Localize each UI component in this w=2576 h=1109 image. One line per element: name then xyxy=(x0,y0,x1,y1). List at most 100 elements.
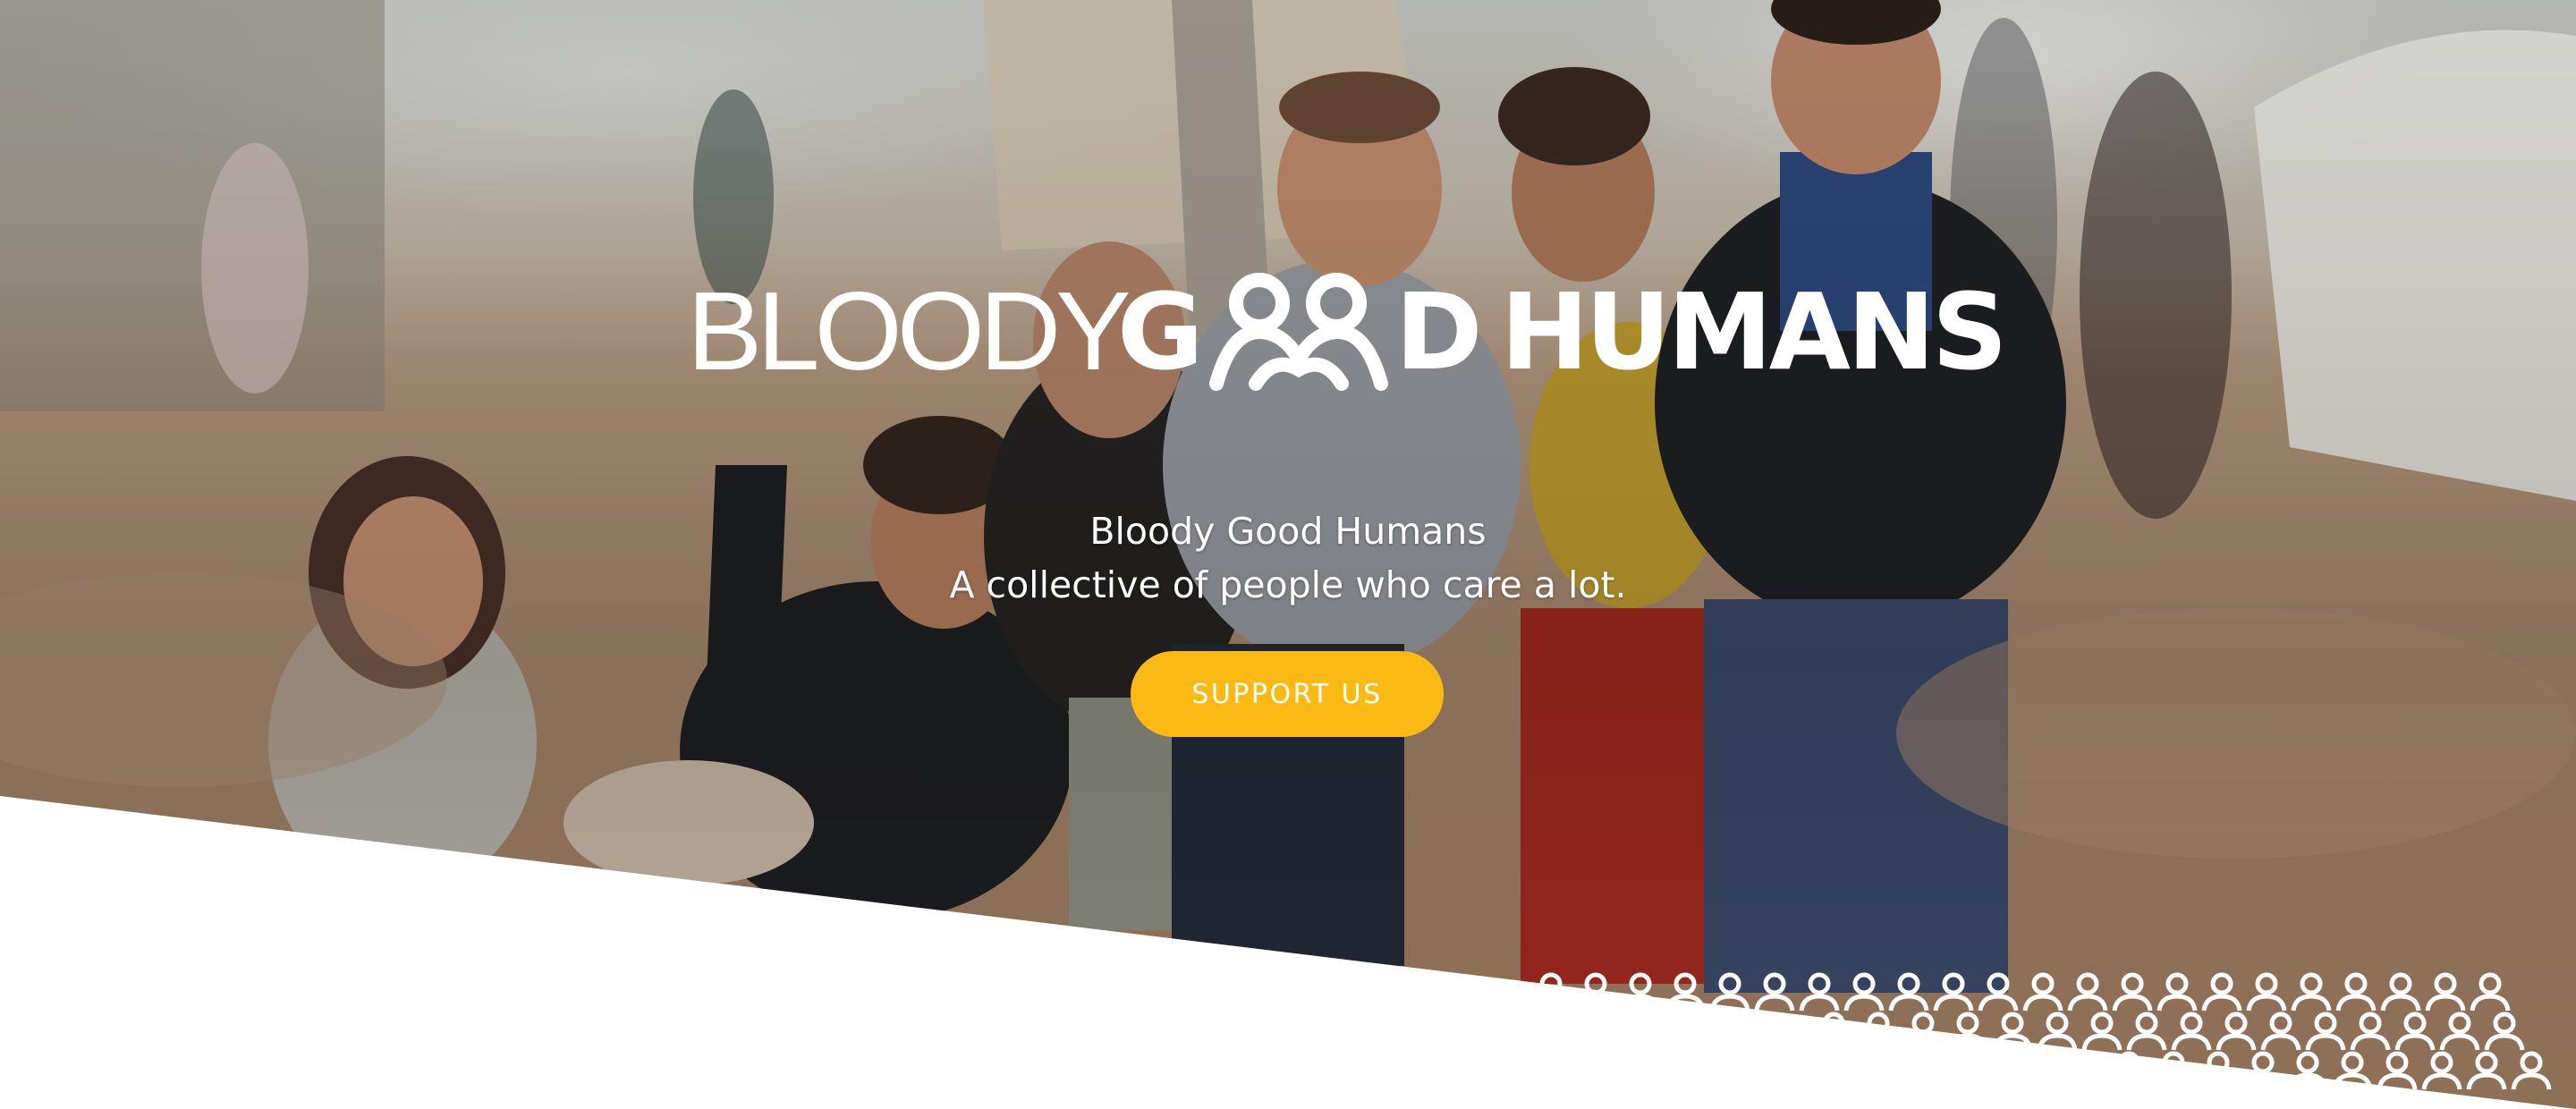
pattern-figure-head xyxy=(2403,1012,2427,1035)
logo-letter-d: D xyxy=(1394,270,1483,394)
pattern-figure-body xyxy=(1947,1033,1988,1051)
pattern-figure-head xyxy=(1897,972,1920,995)
pattern-figure-body xyxy=(2439,1033,2480,1051)
hero-title: Bloody Good Humans xyxy=(1089,510,1487,553)
pattern-figure-body xyxy=(2198,1072,2239,1090)
pattern-figure-body xyxy=(2421,1072,2462,1090)
pattern-figure-head xyxy=(2314,1012,2337,1035)
pattern-figure-head xyxy=(2493,1012,2516,1035)
pattern-figure-head xyxy=(2300,972,2323,995)
pattern-figure-head xyxy=(2180,1012,2203,1035)
pattern-figure-body xyxy=(2108,1072,2149,1090)
pattern-figure-head xyxy=(2341,1051,2364,1074)
pattern-figure-body xyxy=(2335,994,2377,1012)
pattern-figure-head xyxy=(2389,972,2412,995)
pattern-figure-head xyxy=(2269,1012,2292,1035)
pattern-figure-head xyxy=(2046,1012,2069,1035)
pattern-figure-head xyxy=(2255,972,2278,995)
logo-letter-g: G xyxy=(1116,270,1204,394)
pattern-figure-head xyxy=(1808,972,1831,995)
pattern-figure-head xyxy=(1629,972,1652,995)
pattern-figure-body xyxy=(1902,1033,1944,1051)
site-logo[interactable]: BLOODY G D HUMANS xyxy=(687,265,2008,399)
pattern-figure-head xyxy=(2385,1051,2409,1074)
pattern-figure-body xyxy=(2171,1033,2212,1051)
pattern-figure-body xyxy=(1858,1033,1899,1051)
pattern-figure-body xyxy=(2201,994,2242,1012)
pattern-figure-body xyxy=(1709,994,1750,1012)
pattern-figure-head xyxy=(2121,972,2144,995)
pattern-figure-head xyxy=(2479,972,2502,995)
pattern-figure-body xyxy=(2350,1033,2391,1051)
logo-word-bloody: BLOODY xyxy=(687,270,1131,394)
pattern-figure-head xyxy=(2135,1012,2158,1035)
pattern-figure-head xyxy=(2430,1051,2453,1074)
pattern-figure-body xyxy=(2484,1033,2525,1051)
pattern-figure-body xyxy=(2466,1072,2507,1090)
people-pattern-icon xyxy=(1538,972,2552,1090)
pattern-figure-head xyxy=(2165,972,2189,995)
pattern-figure-body xyxy=(1575,994,1616,1012)
pattern-figure-head xyxy=(2210,972,2233,995)
pattern-figure-head xyxy=(2207,1051,2230,1074)
pattern-figure-body xyxy=(2380,994,2421,1012)
pattern-figure-body xyxy=(2425,994,2466,1012)
pattern-figure-body xyxy=(2063,1072,2105,1090)
pattern-figure-body xyxy=(2377,1072,2418,1090)
pattern-figure-head xyxy=(1539,972,1563,995)
pattern-figure-body xyxy=(2019,1072,2060,1090)
pattern-figure-body xyxy=(2260,1033,2301,1051)
pattern-figure-body xyxy=(2246,994,2287,1012)
pattern-figure-body xyxy=(1538,994,1572,1012)
pattern-figure-head xyxy=(1584,972,1607,995)
pattern-figure-body xyxy=(1620,994,1661,1012)
support-us-button[interactable]: SUPPORT US xyxy=(1131,651,1444,737)
pattern-figure-head xyxy=(1987,972,2010,995)
pattern-figure-head xyxy=(2359,1012,2382,1035)
pattern-figure-head xyxy=(2520,1051,2543,1074)
pattern-figure-body xyxy=(2216,1033,2257,1051)
pattern-figure-body xyxy=(2305,1033,2346,1051)
pattern-figure-body xyxy=(1813,1033,1854,1051)
pattern-figure-head xyxy=(1674,972,1697,995)
pattern-figure-head xyxy=(2475,1051,2498,1074)
logo-word-humans: HUMANS xyxy=(1500,270,2008,394)
pattern-figure-head xyxy=(2001,1012,2024,1035)
pattern-figure-body xyxy=(1992,1033,2033,1051)
pattern-figure-head xyxy=(2076,972,2099,995)
pattern-figure-body xyxy=(2291,994,2332,1012)
pattern-figure-head xyxy=(1942,972,1965,995)
pattern-figure-body xyxy=(2511,1072,2552,1090)
pattern-figure-head xyxy=(2296,1051,2319,1074)
logo-word-good-humans: G D HUMANS xyxy=(1116,269,2008,394)
pattern-figure-head xyxy=(2434,972,2457,995)
pattern-figure-body xyxy=(1799,994,1840,1012)
pattern-figure-head xyxy=(2072,1051,2096,1074)
hero-section: BLOODY G D HUMANS Bloody Good Humans A c… xyxy=(0,0,2576,1109)
pattern-figure-head xyxy=(1852,972,1876,995)
pattern-figure-body xyxy=(1843,994,1885,1012)
pattern-figure-body xyxy=(2242,1072,2284,1090)
pattern-figure-body xyxy=(2067,994,2108,1012)
pattern-figure-body xyxy=(2332,1072,2373,1090)
pattern-figure-head xyxy=(2224,1012,2248,1035)
pattern-figure-head xyxy=(1822,1012,1845,1035)
pattern-figure-body xyxy=(1665,994,1706,1012)
pattern-figure-head xyxy=(1867,1012,1890,1035)
pattern-figure-head xyxy=(2448,1012,2471,1035)
pattern-figure-head xyxy=(2031,972,2055,995)
pattern-figure-head xyxy=(2344,972,2368,995)
pattern-figure-body xyxy=(1888,994,1929,1012)
pattern-figure-head xyxy=(2117,1051,2140,1074)
pattern-figure-head xyxy=(2090,1012,2114,1035)
pattern-figure-body xyxy=(2470,994,2511,1012)
people-figures-icon xyxy=(1208,273,1388,391)
pattern-figure-head xyxy=(1718,972,1741,995)
pattern-figure-head xyxy=(2028,1051,2051,1074)
pattern-figure-head xyxy=(2251,1051,2275,1074)
pattern-figure-body xyxy=(1978,994,2019,1012)
pattern-figure-head xyxy=(1763,972,1786,995)
pattern-figure-body xyxy=(2126,1033,2167,1051)
pattern-figure-body xyxy=(2022,994,2063,1012)
pattern-figure-body xyxy=(2394,1033,2436,1051)
